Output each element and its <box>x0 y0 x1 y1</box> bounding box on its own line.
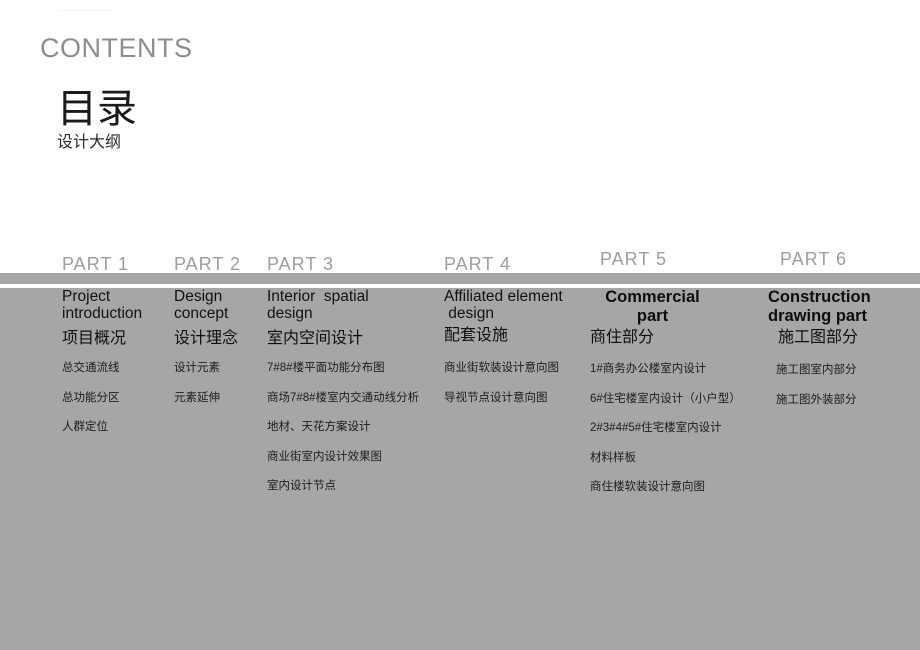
list-item[interactable]: 7#8#楼平面功能分布图 <box>267 362 437 375</box>
part-items-5: 1#商务办公楼室内设计 6#住宅楼室内设计（小户型） 2#3#4#5#住宅楼室内… <box>590 363 750 494</box>
part-label-2: PART 2 <box>174 254 242 274</box>
list-item[interactable]: 导视节点设计意向图 <box>444 392 594 405</box>
decorative-hairline <box>58 10 113 11</box>
list-item[interactable]: 总交通流线 <box>62 362 167 375</box>
list-item[interactable]: 地材、天花方案设计 <box>267 421 437 434</box>
part-title-cn-2: 设计理念 <box>174 330 239 347</box>
list-item[interactable]: 6#住宅楼室内设计（小户型） <box>590 393 750 406</box>
page-title-en: CONTENTS <box>40 33 193 63</box>
list-item[interactable]: 总功能分区 <box>62 392 167 405</box>
part-title-en-1: Project introduction <box>62 288 143 322</box>
part-title-cn-1: 项目概况 <box>62 330 127 347</box>
list-item[interactable]: 材料样板 <box>590 452 750 465</box>
divider-bar <box>0 273 920 284</box>
list-item[interactable]: 2#3#4#5#住宅楼室内设计 <box>590 422 750 435</box>
list-item[interactable]: 设计元素 <box>174 362 264 375</box>
list-item[interactable]: 1#商务办公楼室内设计 <box>590 363 750 376</box>
list-item[interactable]: 施工图外装部分 <box>776 394 918 407</box>
part-title-en-2: Design concept <box>174 288 229 322</box>
part-title-cn-6: 施工图部分 <box>778 329 859 346</box>
part-column-6[interactable]: Construction drawing part 施工图部分 施工图室内部分 … <box>768 288 918 424</box>
part-title-en-4: Affiliated element design <box>444 288 563 322</box>
list-item[interactable]: 施工图室内部分 <box>776 364 918 377</box>
part-title-en-6: Construction drawing part <box>768 288 871 325</box>
list-item[interactable]: 室内设计节点 <box>267 480 437 493</box>
list-item[interactable]: 商住楼软装设计意向图 <box>590 481 750 494</box>
part-title-en-5: Commercial part <box>605 288 700 325</box>
part-title-cn-5: 商住部分 <box>590 329 655 346</box>
part-title-en-3: Interior spatial design <box>267 288 369 322</box>
slide-canvas: CONTENTS 目录 设计大纲 PART 1 Project introduc… <box>0 0 920 650</box>
part-items-6: 施工图室内部分 施工图外装部分 <box>776 364 918 407</box>
part-label-4: PART 4 <box>444 254 512 274</box>
part-label-3: PART 3 <box>267 254 335 274</box>
part-column-4[interactable]: Affiliated element design 配套设施 商业街软装设计意向… <box>444 288 594 422</box>
part-column-2[interactable]: Design concept 设计理念 设计元素 元素延伸 <box>174 288 264 422</box>
list-item[interactable]: 商场7#8#楼室内交通动线分析 <box>267 392 437 405</box>
page-subtitle-cn: 设计大纲 <box>57 134 122 151</box>
part-label-1: PART 1 <box>62 254 130 274</box>
part-label-6: PART 6 <box>780 249 848 269</box>
part-items-1: 总交通流线 总功能分区 人群定位 <box>62 362 167 434</box>
part-title-cn-4: 配套设施 <box>444 327 509 344</box>
part-title-cn-3: 室内空间设计 <box>267 330 364 347</box>
list-item[interactable]: 商业街室内设计效果图 <box>267 451 437 464</box>
part-items-4: 商业街软装设计意向图 导视节点设计意向图 <box>444 362 594 405</box>
part-column-1[interactable]: Project introduction 项目概况 总交通流线 总功能分区 人群… <box>62 288 167 452</box>
list-item[interactable]: 元素延伸 <box>174 392 264 405</box>
list-item[interactable]: 商业街软装设计意向图 <box>444 362 594 375</box>
page-title-cn: 目录 <box>57 87 137 131</box>
part-column-5[interactable]: Commercial part 商住部分 1#商务办公楼室内设计 6#住宅楼室内… <box>590 288 750 512</box>
part-items-3: 7#8#楼平面功能分布图 商场7#8#楼室内交通动线分析 地材、天花方案设计 商… <box>267 362 437 493</box>
part-label-5: PART 5 <box>600 249 668 269</box>
part-column-3[interactable]: Interior spatial design 室内空间设计 7#8#楼平面功能… <box>267 288 437 511</box>
part-items-2: 设计元素 元素延伸 <box>174 362 264 405</box>
list-item[interactable]: 人群定位 <box>62 421 167 434</box>
